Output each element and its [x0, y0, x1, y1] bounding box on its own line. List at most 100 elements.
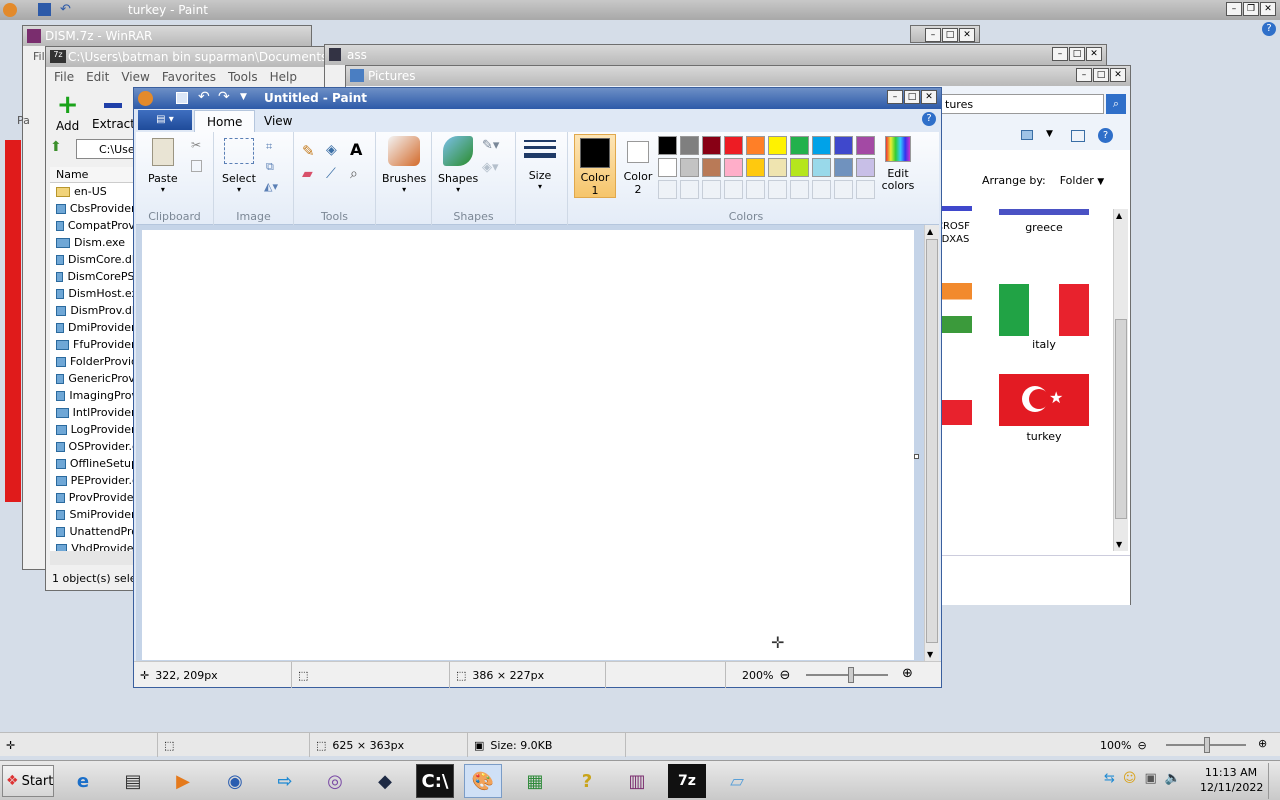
internet-explorer-icon[interactable]: e: [64, 764, 102, 798]
volume-icon[interactable]: 🔈: [1165, 771, 1181, 786]
drawing-canvas[interactable]: [142, 230, 914, 660]
custom-color-slot[interactable]: [702, 180, 721, 199]
scroll-down-icon[interactable]: ▼: [927, 650, 933, 659]
custom-color-slot[interactable]: [856, 180, 875, 199]
palette-swatch[interactable]: [790, 158, 809, 177]
file-list-item[interactable]: DismCorePS.: [50, 268, 138, 285]
paint-menu-button[interactable]: ▤ ▾: [138, 110, 192, 130]
custom-color-slot[interactable]: [768, 180, 787, 199]
file-list-item[interactable]: LogProvider.: [50, 421, 138, 438]
file-list-item[interactable]: DmiProvider.: [50, 319, 138, 336]
help-icon[interactable]: ?: [922, 112, 936, 126]
address-field[interactable]: C:\Use: [76, 139, 136, 159]
resize-icon[interactable]: ⧉: [266, 160, 274, 174]
zoom-out-icon[interactable]: ⊖: [779, 668, 790, 683]
help-icon[interactable]: ?: [1262, 22, 1276, 36]
close-button[interactable]: ✕: [921, 90, 937, 104]
redo-icon[interactable]: ↷: [218, 89, 230, 105]
copy-icon[interactable]: [191, 160, 202, 172]
size-button[interactable]: Size ▾: [524, 140, 556, 191]
palette-swatch[interactable]: [746, 158, 765, 177]
help-icon[interactable]: ?: [1098, 128, 1113, 143]
search-icon[interactable]: ⌕: [1106, 94, 1126, 114]
file-list-item[interactable]: en-US: [50, 183, 138, 200]
file-list-item[interactable]: VhdProvider: [50, 540, 138, 551]
canvas-vertical-scrollbar[interactable]: ▲ ▼: [924, 225, 939, 661]
chevron-down-icon[interactable]: ▼: [1046, 129, 1053, 139]
minimize-button[interactable]: –: [887, 90, 903, 104]
minimize-button[interactable]: –: [1052, 47, 1068, 61]
scroll-up-icon[interactable]: ▲: [1116, 211, 1122, 220]
fill-shape-icon[interactable]: ◈▾: [482, 160, 499, 175]
close-button[interactable]: ✕: [1086, 47, 1102, 61]
paste-button[interactable]: Paste ▾: [148, 138, 178, 194]
maximize-button[interactable]: □: [1093, 68, 1109, 82]
file-list-item[interactable]: FfuProvider.: [50, 336, 138, 353]
palette-swatch[interactable]: [768, 136, 787, 155]
restore-button[interactable]: ❐: [1243, 2, 1259, 16]
save-icon[interactable]: [38, 3, 51, 16]
italy-label[interactable]: italy: [999, 338, 1089, 351]
security-icon[interactable]: ☺: [1123, 771, 1137, 786]
palette-swatch[interactable]: [790, 136, 809, 155]
palette-swatch[interactable]: [746, 136, 765, 155]
minimize-button[interactable]: –: [925, 28, 941, 42]
zoom-out-icon[interactable]: ⊖: [1137, 739, 1146, 752]
palette-swatch[interactable]: [768, 158, 787, 177]
menu-tools[interactable]: Tools: [228, 70, 258, 84]
zoom-slider-thumb[interactable]: [848, 667, 854, 683]
computer-icon[interactable]: ▤: [114, 764, 152, 798]
palette-swatch[interactable]: [856, 136, 875, 155]
file-list-item[interactable]: CbsProvider.: [50, 200, 138, 217]
save-icon[interactable]: [176, 92, 188, 104]
scroll-thumb[interactable]: [1115, 319, 1127, 519]
extract-button[interactable]: Extract: [92, 93, 135, 131]
winrar-titlebar[interactable]: 7z C:\Users\batman bin suparman\Document…: [46, 47, 354, 67]
zoom-slider-thumb[interactable]: [1204, 737, 1210, 753]
media-player-icon[interactable]: ▶: [164, 764, 202, 798]
palette-swatch[interactable]: [702, 136, 721, 155]
winrar-back-titlebar[interactable]: DISM.7z - WinRAR: [23, 26, 311, 46]
palette-swatch[interactable]: [856, 158, 875, 177]
cut-icon[interactable]: ✂: [191, 138, 201, 152]
custom-color-slot[interactable]: [790, 180, 809, 199]
close-button[interactable]: ✕: [1260, 2, 1276, 16]
close-button[interactable]: ✕: [959, 28, 975, 42]
pictures-titlebar[interactable]: Pictures – □ ✕: [346, 66, 1130, 86]
device-icon[interactable]: ▣: [1144, 771, 1156, 786]
view-icon[interactable]: [1021, 130, 1033, 140]
ass-titlebar[interactable]: ass – □ ✕: [325, 45, 1106, 65]
clock[interactable]: 11:13 AM 12/11/2022: [1200, 765, 1263, 795]
menu-edit[interactable]: Edit: [86, 70, 109, 84]
zoom-in-icon[interactable]: ⊕: [902, 666, 913, 681]
maximize-button[interactable]: □: [1069, 47, 1085, 61]
custom-color-slot[interactable]: [658, 180, 677, 199]
preview-pane-icon[interactable]: [1071, 130, 1085, 142]
file-list-item[interactable]: OSProvider.c: [50, 438, 138, 455]
eraser-icon[interactable]: ▰: [302, 166, 313, 182]
network-icon[interactable]: ⇆: [1104, 771, 1115, 786]
tab-view[interactable]: View: [252, 110, 304, 132]
maximize-button[interactable]: □: [904, 90, 920, 104]
palette-swatch[interactable]: [834, 158, 853, 177]
winrar-taskbar-icon[interactable]: ▥: [618, 764, 656, 798]
close-button[interactable]: ✕: [1110, 68, 1126, 82]
burn-app-icon[interactable]: ◆: [366, 764, 404, 798]
file-list-item[interactable]: PEProvider.c: [50, 472, 138, 489]
maximize-button[interactable]: □: [942, 28, 958, 42]
custom-color-slot[interactable]: [746, 180, 765, 199]
rotate-icon[interactable]: ◭▾: [264, 180, 278, 193]
italy-thumbnail[interactable]: [999, 284, 1089, 336]
scroll-down-icon[interactable]: ▼: [1116, 540, 1122, 549]
palette-swatch[interactable]: [724, 136, 743, 155]
start-button[interactable]: ❖ Start: [2, 765, 54, 797]
background-paint-titlebar[interactable]: ↶ turkey - Paint – ❐ ✕: [0, 0, 1280, 20]
command-prompt-icon[interactable]: C:\: [416, 764, 454, 798]
shapes-button[interactable]: Shapes ▾: [438, 136, 478, 194]
undo-icon[interactable]: ↶: [198, 89, 210, 105]
search-field[interactable]: tures: [941, 94, 1104, 114]
file-list-item[interactable]: CompatProvi: [50, 217, 138, 234]
column-header-name[interactable]: Name: [50, 167, 140, 183]
file-list-item[interactable]: IntlProvider.: [50, 404, 138, 421]
file-list-item[interactable]: ProvProvider: [50, 489, 138, 506]
